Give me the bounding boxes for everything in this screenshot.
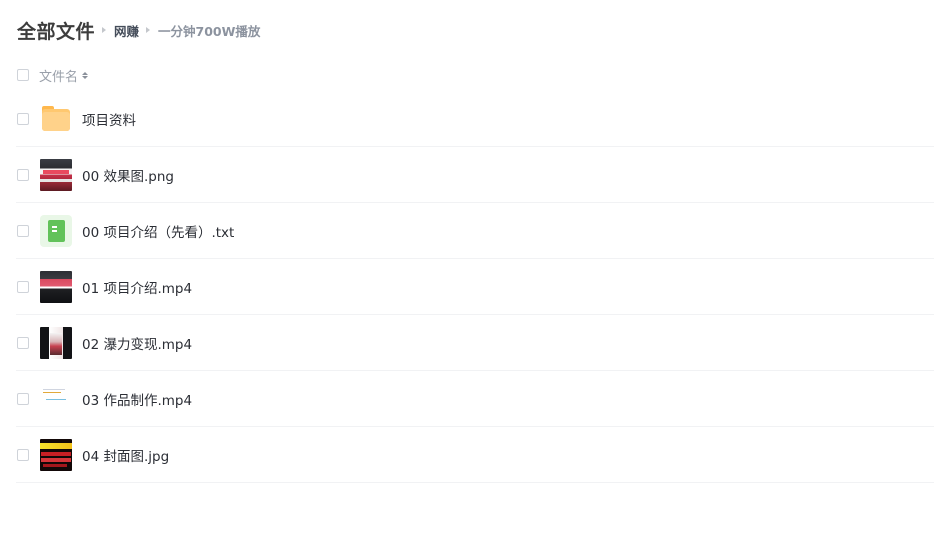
sort-icon[interactable] <box>82 71 89 79</box>
file-name[interactable]: 项目资料 <box>82 109 136 129</box>
breadcrumb-root[interactable]: 全部文件 <box>17 17 95 44</box>
row-checkbox[interactable] <box>17 336 29 349</box>
column-header-filename[interactable]: 文件名 <box>39 66 78 85</box>
folder-icon <box>40 103 72 135</box>
breadcrumb-parent[interactable]: 网赚 <box>114 21 139 40</box>
select-all-checkbox[interactable] <box>17 69 29 81</box>
row-checkbox[interactable] <box>17 224 29 237</box>
image-thumbnail-icon <box>40 158 72 191</box>
file-list: 项目资料 00 效果图.png 00 项目介绍（先看）.txt 01 项目介绍.… <box>16 91 934 483</box>
video-thumbnail-icon <box>40 326 72 359</box>
chevron-right-icon <box>146 27 151 33</box>
file-row-image[interactable]: 04 封面图.jpg <box>16 427 934 483</box>
row-checkbox[interactable] <box>17 448 29 461</box>
file-row-video[interactable]: 03 作品制作.mp4 <box>16 371 934 427</box>
chevron-right-icon <box>102 27 107 33</box>
file-name[interactable]: 00 项目介绍（先看）.txt <box>82 221 234 241</box>
file-list-header: 文件名 <box>17 64 89 86</box>
file-name[interactable]: 04 封面图.jpg <box>82 445 169 465</box>
file-name[interactable]: 03 作品制作.mp4 <box>82 389 192 409</box>
row-checkbox[interactable] <box>17 112 29 125</box>
file-name[interactable]: 01 项目介绍.mp4 <box>82 277 192 297</box>
text-file-icon <box>40 214 72 247</box>
file-name[interactable]: 00 效果图.png <box>82 165 174 185</box>
file-row-text[interactable]: 00 项目介绍（先看）.txt <box>16 203 934 259</box>
file-row-folder[interactable]: 项目资料 <box>16 91 934 147</box>
breadcrumb-current: 一分钟700W播放 <box>158 23 261 39</box>
image-thumbnail-icon <box>40 438 72 471</box>
row-checkbox[interactable] <box>17 392 29 405</box>
file-name[interactable]: 02 瀑力变现.mp4 <box>82 333 192 353</box>
file-row-video[interactable]: 01 项目介绍.mp4 <box>16 259 934 315</box>
row-checkbox[interactable] <box>17 168 29 181</box>
breadcrumb: 全部文件 网赚 一分钟700W播放 <box>17 16 260 44</box>
video-thumbnail-icon <box>40 270 72 303</box>
file-row-video[interactable]: 02 瀑力变现.mp4 <box>16 315 934 371</box>
video-thumbnail-icon <box>40 382 72 415</box>
file-row-image[interactable]: 00 效果图.png <box>16 147 934 203</box>
row-checkbox[interactable] <box>17 280 29 293</box>
